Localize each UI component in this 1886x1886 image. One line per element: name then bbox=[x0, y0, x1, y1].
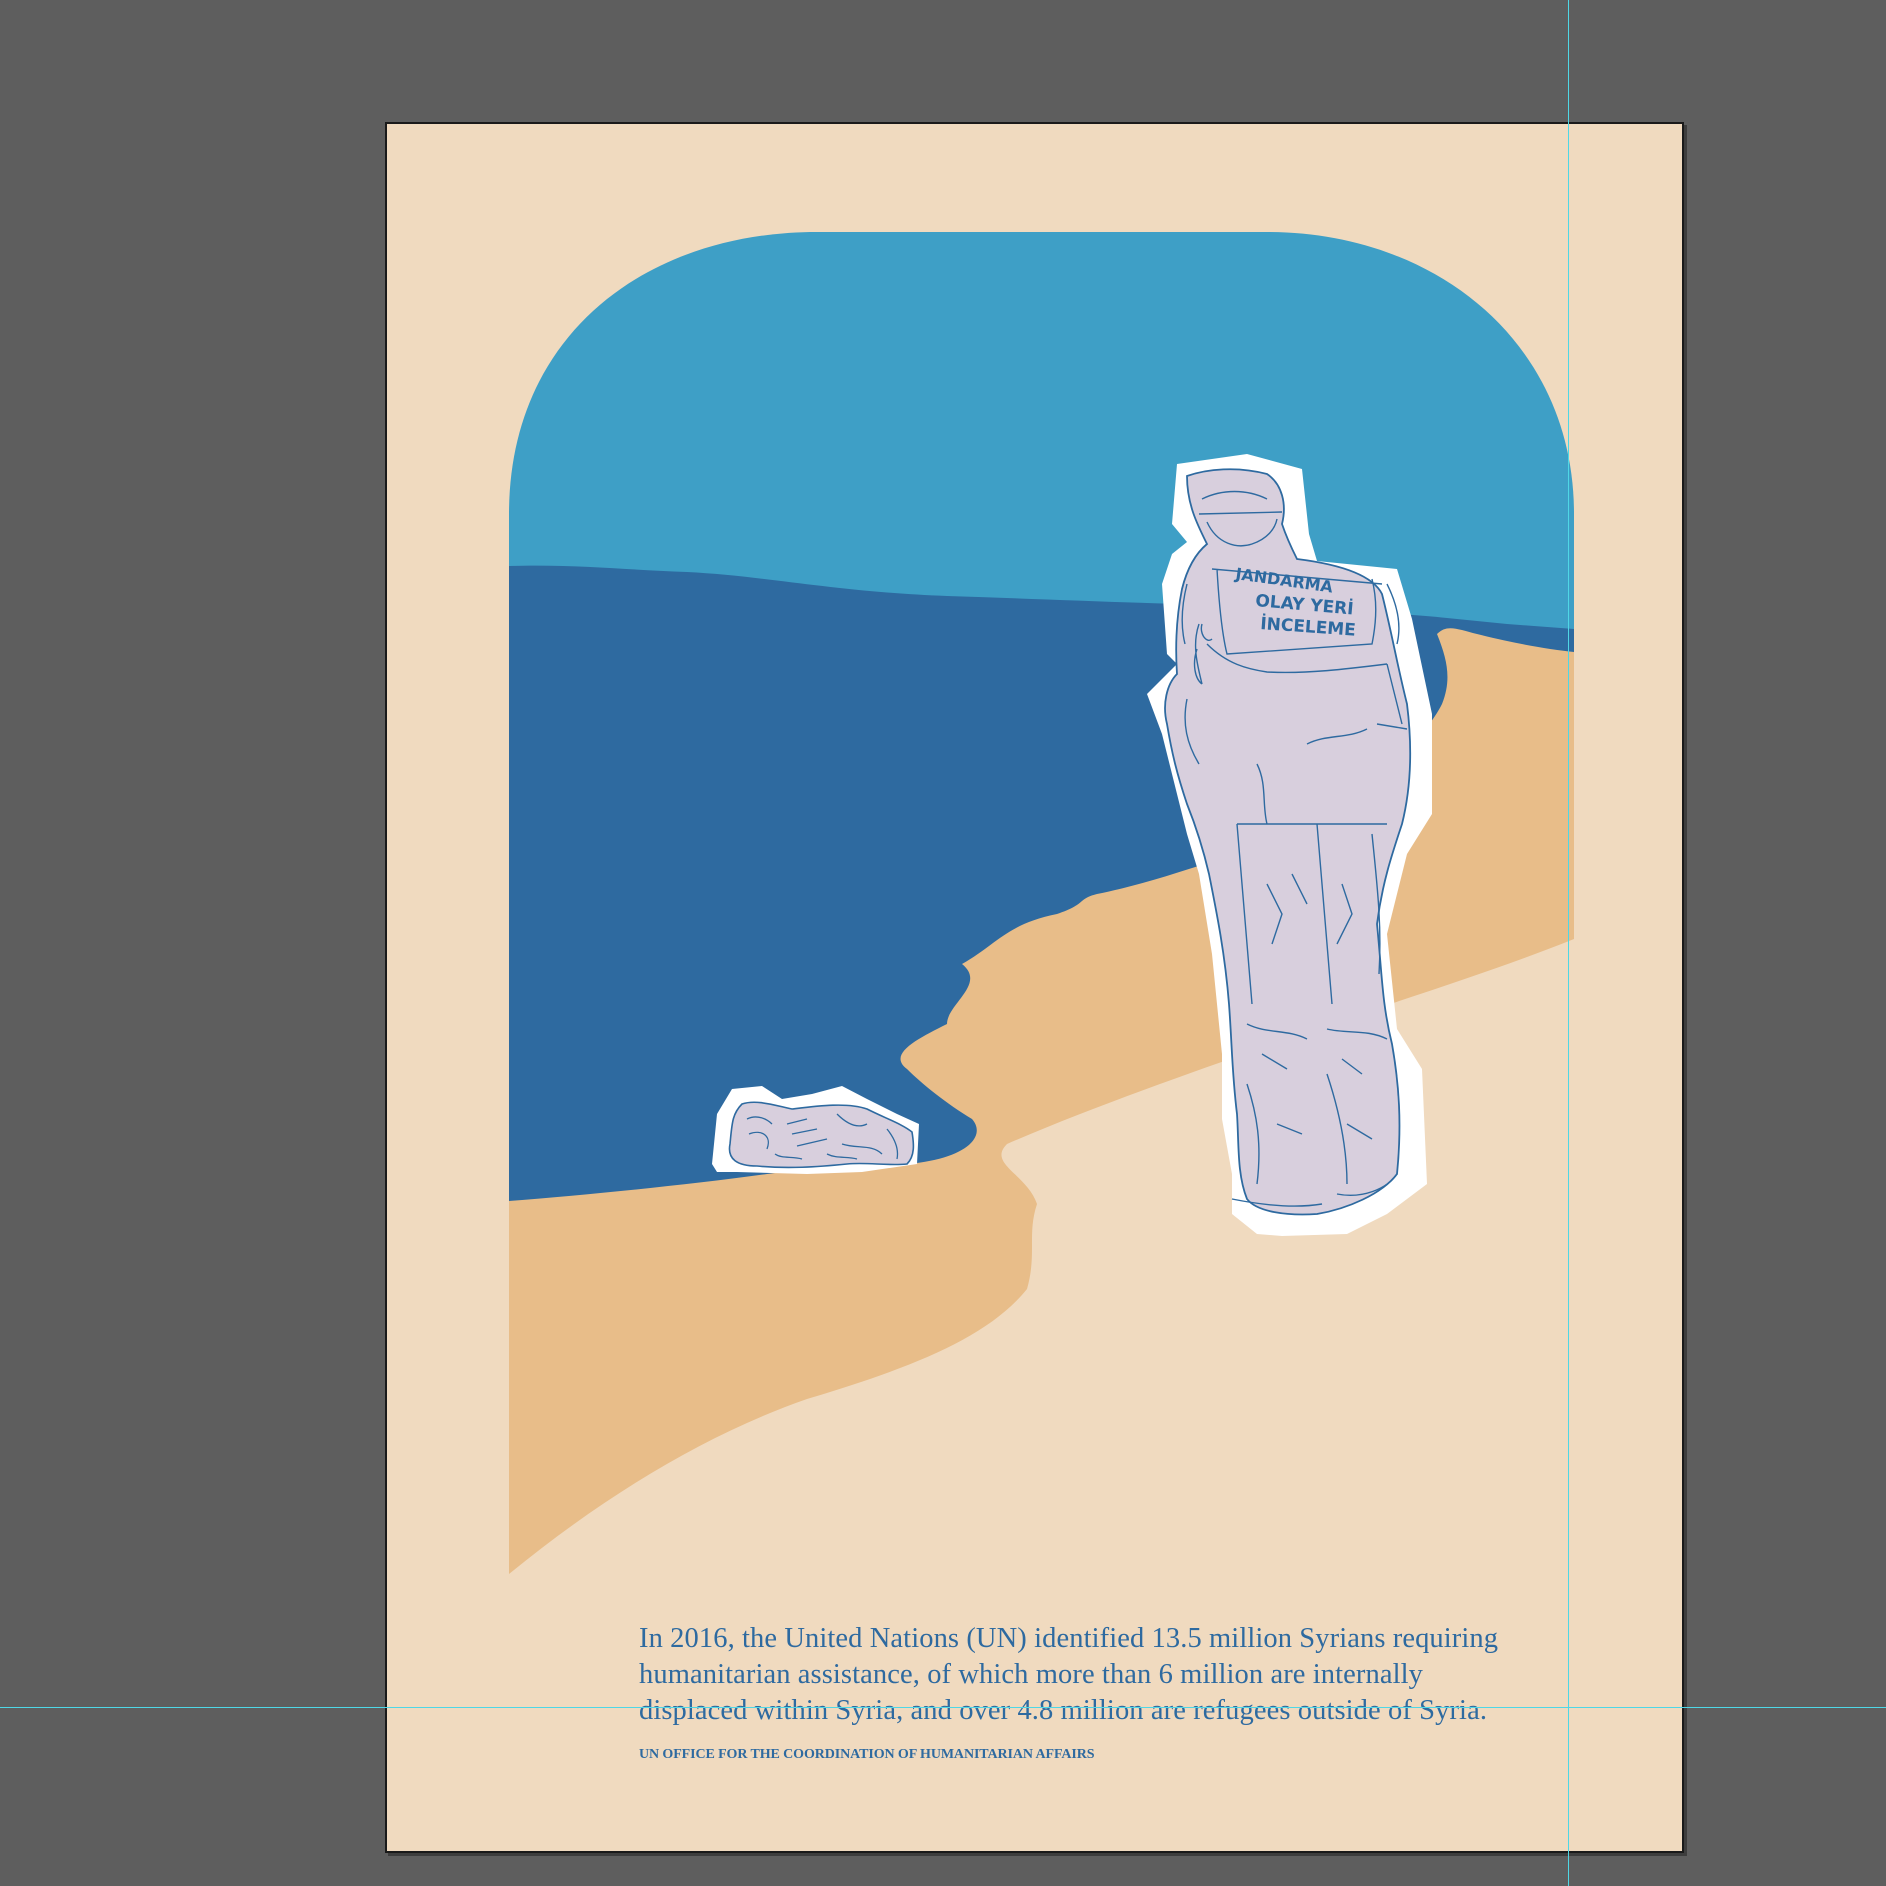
quote-line-1: In 2016, the United Nations (UN) identif… bbox=[639, 1623, 1499, 1654]
arch-scene bbox=[509, 232, 1574, 1574]
quote-source: UN OFFICE FOR THE COORDINATION OF HUMANI… bbox=[639, 1747, 1095, 1762]
beach-illustration: JANDARMA OLAY YERİ İNCELEME bbox=[509, 232, 1574, 1574]
quote-text: In 2016, the United Nations (UN) identif… bbox=[639, 1621, 1569, 1729]
pasteboard: JANDARMA OLAY YERİ İNCELEME In 2016, the… bbox=[0, 0, 1886, 1886]
horizontal-guide[interactable] bbox=[0, 1707, 1886, 1708]
vertical-guide[interactable] bbox=[1568, 0, 1569, 1886]
quote-line-3: displaced within Syria, and over 4.8 mil… bbox=[639, 1695, 1488, 1726]
artboard-page[interactable]: JANDARMA OLAY YERİ İNCELEME In 2016, the… bbox=[385, 122, 1684, 1853]
quote-block: In 2016, the United Nations (UN) identif… bbox=[639, 1621, 1569, 1763]
quote-line-2: humanitarian assistance, of which more t… bbox=[639, 1659, 1423, 1690]
